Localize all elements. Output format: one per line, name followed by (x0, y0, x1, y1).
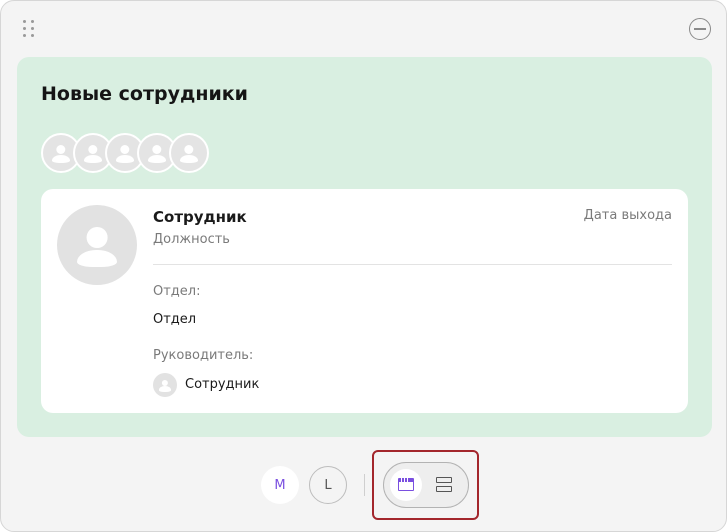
widget-window: Новые сотрудники Сотрудник Должность Дат… (0, 0, 727, 532)
employee-name: Сотрудник (153, 208, 247, 226)
layout-rows-button[interactable] (428, 469, 460, 501)
manager-name: Сотрудник (185, 377, 260, 392)
person-icon (153, 373, 177, 397)
new-employees-widget: Новые сотрудники Сотрудник Должность Дат… (17, 57, 712, 437)
department-label: Отдел: (153, 284, 201, 299)
minimize-icon[interactable] (689, 18, 711, 40)
employee-avatar (57, 205, 137, 285)
drag-handle-icon[interactable] (23, 20, 35, 38)
avatar-stack (41, 133, 241, 173)
department-value: Отдел (153, 312, 197, 327)
manager-avatar (153, 373, 177, 397)
layout-switch-highlight (372, 450, 479, 520)
divider (153, 264, 672, 265)
widget-title: Новые сотрудники (41, 83, 248, 105)
avatar[interactable] (169, 133, 209, 173)
employee-position: Должность (153, 232, 230, 247)
size-l-button[interactable]: L (309, 466, 347, 504)
compact-layout-icon (398, 478, 414, 491)
manager-label: Руководитель: (153, 348, 254, 363)
separator (364, 474, 365, 496)
employee-card[interactable]: Сотрудник Должность Дата выхода Отдел: О… (41, 189, 688, 413)
layout-switch (383, 462, 469, 508)
person-icon (171, 135, 207, 171)
person-icon (57, 205, 137, 285)
size-m-button[interactable]: M (261, 466, 299, 504)
layout-compact-button[interactable] (390, 469, 422, 501)
exit-date-label: Дата выхода (583, 208, 672, 223)
rows-layout-icon (436, 477, 452, 493)
